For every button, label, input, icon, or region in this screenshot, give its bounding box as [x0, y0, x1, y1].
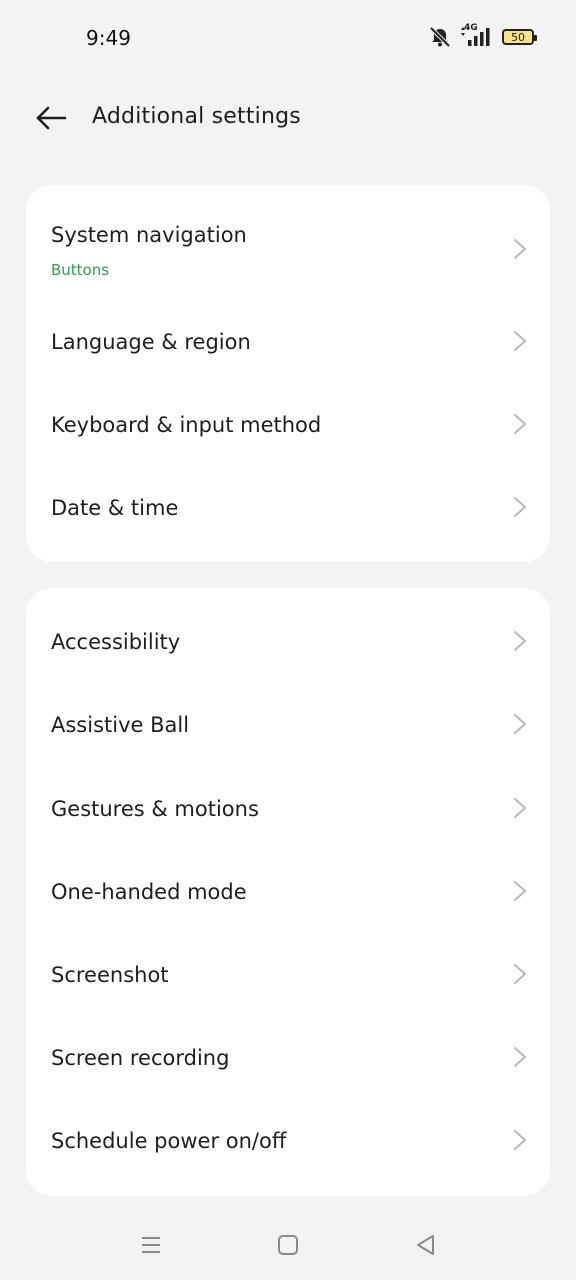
recent-apps-button[interactable] — [136, 1230, 166, 1260]
item-label: System navigation — [51, 223, 247, 247]
item-label: Gestures & motions — [51, 797, 259, 821]
mute-icon — [428, 26, 452, 48]
settings-item-system-navigation[interactable]: System navigation Buttons — [26, 207, 550, 289]
settings-item-accessibility[interactable]: Accessibility — [26, 602, 550, 685]
settings-item-assistive-ball[interactable]: Assistive Ball — [26, 685, 550, 768]
chevron-right-icon — [514, 331, 526, 351]
chevron-right-icon — [514, 714, 526, 734]
item-label: Assistive Ball — [51, 713, 190, 737]
home-button[interactable] — [273, 1230, 303, 1260]
settings-item-screenshot[interactable]: Screenshot — [26, 934, 550, 1017]
settings-item-one-handed-mode[interactable]: One-handed mode — [26, 851, 550, 934]
page-title: Additional settings — [92, 104, 301, 129]
item-label: Screenshot — [51, 963, 169, 987]
settings-item-keyboard-input[interactable]: Keyboard & input method — [26, 384, 550, 467]
nav-back-button[interactable] — [410, 1230, 440, 1260]
header: Additional settings — [0, 90, 576, 146]
settings-item-screen-recording[interactable]: Screen recording — [26, 1017, 550, 1100]
item-label: Language & region — [51, 330, 251, 354]
settings-group-accessibility: Accessibility Assistive Ball Gestures & … — [26, 588, 550, 1196]
chevron-right-icon — [514, 414, 526, 434]
chevron-right-icon — [514, 964, 526, 984]
battery-level: 50 — [511, 30, 525, 44]
menu-icon — [142, 1237, 160, 1253]
chevron-right-icon — [514, 1130, 526, 1150]
item-label: Screen recording — [51, 1046, 230, 1070]
item-label: Date & time — [51, 496, 179, 520]
settings-item-schedule-power[interactable]: Schedule power on/off — [26, 1100, 550, 1183]
item-sublabel: Buttons — [51, 261, 110, 279]
status-bar: 9:49 4G 50 — [0, 0, 576, 76]
system-nav-bar — [0, 1210, 576, 1280]
chevron-right-icon — [514, 497, 526, 517]
chevron-right-icon — [514, 631, 526, 651]
status-icons: 4G 50 — [428, 23, 537, 48]
battery-icon: 50 — [502, 29, 537, 45]
chevron-right-icon — [514, 798, 526, 818]
back-icon — [417, 1235, 434, 1255]
chevron-right-icon — [514, 1047, 526, 1067]
chevron-right-icon — [514, 239, 526, 259]
settings-item-date-time[interactable]: Date & time — [26, 467, 550, 550]
chevron-right-icon — [514, 881, 526, 901]
back-button[interactable] — [28, 98, 74, 138]
network-type-label: 4G — [464, 23, 478, 33]
item-label: Schedule power on/off — [51, 1129, 287, 1153]
settings-group-general: System navigation Buttons Language & reg… — [26, 185, 550, 562]
signal-icon: 4G — [458, 23, 492, 48]
settings-item-language-region[interactable]: Language & region — [26, 301, 550, 384]
item-label: Accessibility — [51, 630, 181, 654]
settings-item-gestures-motions[interactable]: Gestures & motions — [26, 768, 550, 851]
item-label: Keyboard & input method — [51, 413, 322, 437]
status-time: 9:49 — [86, 26, 131, 50]
back-arrow-icon — [35, 106, 67, 130]
item-label: One-handed mode — [51, 880, 247, 904]
home-icon — [278, 1235, 298, 1255]
